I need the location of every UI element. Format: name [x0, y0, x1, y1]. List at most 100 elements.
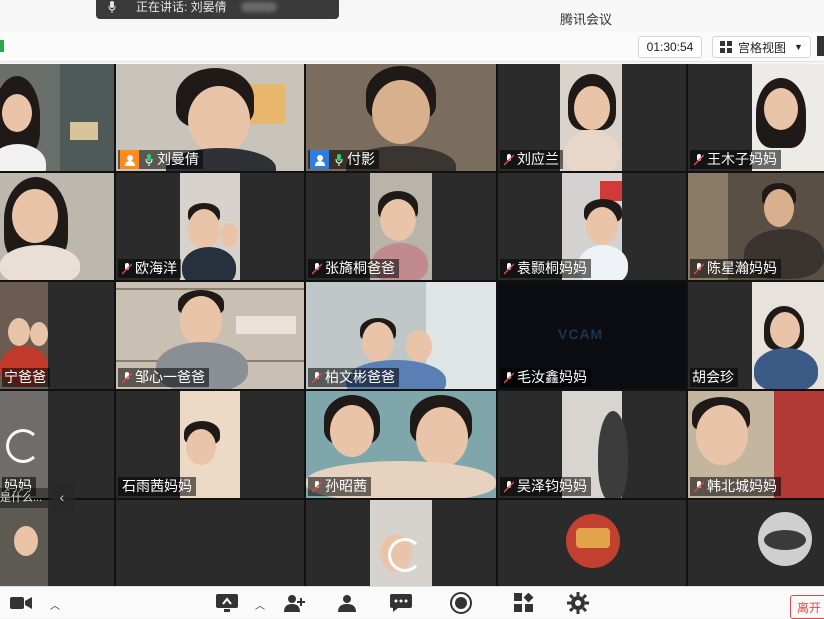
- settings-button[interactable]: [565, 591, 591, 615]
- mic-muted-icon: [310, 262, 323, 275]
- participant-name-tag: 陈星瀚妈妈: [690, 259, 781, 278]
- participant-name-tag: 邹心一爸爸: [118, 368, 209, 387]
- blurred-text: [240, 1, 277, 12]
- video-tile[interactable]: 欧海洋: [116, 173, 304, 280]
- window-title: 腾讯会议: [560, 12, 613, 27]
- mic-muted-icon: [692, 262, 705, 275]
- participant-name: 柏文彬爸爸: [325, 369, 395, 385]
- video-tile[interactable]: [688, 500, 824, 586]
- chevron-down-icon: ▼: [794, 42, 803, 52]
- participant-name-tag: 吴泽钧妈妈: [500, 477, 591, 496]
- video-tile[interactable]: [0, 64, 114, 171]
- record-button[interactable]: [448, 591, 474, 615]
- video-tile[interactable]: 柏文彬爸爸: [306, 282, 496, 389]
- chevron-up-icon[interactable]: ︿: [50, 597, 60, 612]
- video-tile[interactable]: 刘曼倩: [116, 64, 304, 171]
- apps-button[interactable]: [511, 591, 537, 615]
- view-mode-button[interactable]: 宫格视图 ▼: [712, 36, 811, 58]
- video-tile[interactable]: 袁颢桐妈妈: [498, 173, 686, 280]
- participant-name: 付影: [347, 151, 375, 167]
- mic-icon: [106, 0, 118, 13]
- video-tile[interactable]: 吴泽钧妈妈: [498, 391, 686, 498]
- video-tile[interactable]: 王木子妈妈: [688, 64, 824, 171]
- video-tile[interactable]: VCAM 毛汝鑫妈妈: [498, 282, 686, 389]
- fullscreen-button[interactable]: [817, 36, 824, 56]
- participant-name-tag: 石雨茜妈妈: [118, 477, 196, 496]
- chevron-up-icon[interactable]: ︿: [255, 597, 265, 612]
- participant-name-tag: 柏文彬爸爸: [308, 368, 399, 387]
- participant-name: 孙昭茜: [325, 478, 367, 494]
- video-tile[interactable]: [498, 500, 686, 586]
- mic-muted-icon: [120, 371, 133, 384]
- participant-name: 欧海洋: [135, 260, 177, 276]
- participant-name: 袁颢桐妈妈: [517, 260, 587, 276]
- share-screen-icon: [216, 594, 238, 612]
- loading-spinner: [6, 429, 40, 463]
- speaking-indicator: 正在讲话: 刘晏倩: [96, 0, 339, 19]
- participant-name: 毛汝鑫妈妈: [517, 369, 587, 385]
- record-icon: [450, 592, 472, 614]
- top-toolbar: 01:30:54 宫格视图 ▼: [0, 31, 824, 62]
- participant-name-tag: 王木子妈妈: [690, 150, 781, 169]
- chat-preview[interactable]: 是什么...: [0, 488, 48, 508]
- video-tile[interactable]: 付影: [306, 64, 496, 171]
- meeting-timer: 01:30:54: [638, 36, 702, 58]
- mic-muted-icon: [692, 480, 705, 493]
- video-tile[interactable]: 刘应兰: [498, 64, 686, 171]
- participant-name: 吴泽钧妈妈: [517, 478, 587, 494]
- chat-icon: [390, 594, 412, 612]
- video-camera-button[interactable]: [8, 591, 34, 615]
- participant-name-tag: 刘曼倩: [118, 150, 203, 169]
- video-tile[interactable]: [116, 500, 304, 586]
- video-tile[interactable]: [0, 173, 114, 280]
- share-screen-button[interactable]: [214, 591, 240, 615]
- security-indicator[interactable]: [0, 40, 4, 52]
- participant-name-tag: 胡会珍: [690, 368, 738, 387]
- invite-button[interactable]: [282, 591, 308, 615]
- leave-meeting-button[interactable]: 离开: [790, 595, 824, 619]
- view-mode-label: 宫格视图: [738, 40, 787, 55]
- participant-name: 宁爸爸: [4, 369, 46, 385]
- avatar: [566, 514, 620, 568]
- add-user-icon: [284, 595, 305, 612]
- participant-name-tag: 付影: [308, 150, 379, 169]
- video-tile[interactable]: [306, 500, 496, 586]
- mic-muted-icon: [502, 371, 515, 384]
- chat-collapse-button[interactable]: ‹: [50, 482, 74, 512]
- participant-name: 韩北城妈妈: [707, 478, 777, 494]
- participant-name: 刘应兰: [517, 151, 559, 167]
- mic-muted-icon: [692, 153, 705, 166]
- video-tile[interactable]: 韩北城妈妈: [688, 391, 824, 498]
- video-tile[interactable]: 张旖桐爸爸: [306, 173, 496, 280]
- speaking-label: 正在讲话: 刘晏倩: [136, 0, 227, 14]
- gear-icon: [567, 592, 589, 614]
- participants-button[interactable]: [334, 591, 360, 615]
- apps-icon: [514, 593, 534, 612]
- participant-name-tag: 韩北城妈妈: [690, 477, 781, 496]
- participants-icon: [338, 595, 356, 612]
- participant-name-tag: 毛汝鑫妈妈: [500, 368, 591, 387]
- video-grid: 刘曼倩 付影 刘应兰 王木子妈妈 欧海洋 张旖桐爸爸 袁颢桐妈妈 陈星瀚妈妈 宁…: [0, 64, 824, 586]
- mic-muted-icon: [310, 480, 323, 493]
- participant-name: 胡会珍: [692, 369, 734, 385]
- video-tile[interactable]: 陈星瀚妈妈: [688, 173, 824, 280]
- participant-name-tag: 欧海洋: [118, 259, 181, 278]
- video-tile[interactable]: 孙昭茜: [306, 391, 496, 498]
- mic-icon: [142, 153, 155, 166]
- title-bar: 正在讲话: 刘晏倩 腾讯会议: [0, 0, 824, 30]
- cohost-icon: [310, 150, 329, 169]
- bottom-toolbar: ︿ ︿ 离开: [0, 586, 824, 619]
- participant-name: 王木子妈妈: [707, 151, 777, 167]
- video-camera-icon: [10, 597, 32, 609]
- participant-name-tag: 刘应兰: [500, 150, 563, 169]
- chat-button[interactable]: [388, 591, 414, 615]
- video-tile[interactable]: 邹心一爸爸: [116, 282, 304, 389]
- video-tile[interactable]: 胡会珍: [688, 282, 824, 389]
- mic-muted-icon: [502, 480, 515, 493]
- video-tile[interactable]: [0, 500, 114, 586]
- participant-name-tag: 宁爸爸: [2, 368, 50, 387]
- loading-spinner: [388, 538, 422, 572]
- participant-name-tag: 袁颢桐妈妈: [500, 259, 591, 278]
- video-tile[interactable]: 宁爸爸: [0, 282, 114, 389]
- video-tile[interactable]: 石雨茜妈妈: [116, 391, 304, 498]
